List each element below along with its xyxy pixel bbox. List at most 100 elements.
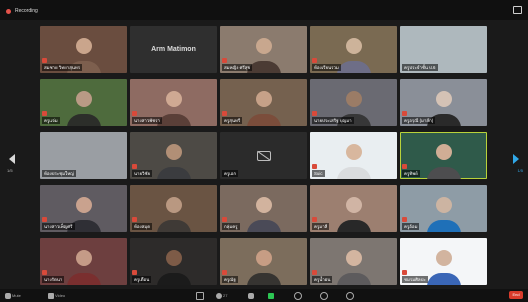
page-indicator-left: 1/5 <box>7 168 13 173</box>
participant-face <box>255 91 272 107</box>
participant-face <box>255 197 272 213</box>
recording-indicator: Recording <box>6 8 38 14</box>
more-button[interactable] <box>346 291 354 300</box>
mic-muted-icon <box>132 111 137 116</box>
record-button[interactable] <box>294 291 302 300</box>
participant-body <box>336 167 371 179</box>
participant-body <box>246 273 281 285</box>
recording-dot-icon <box>6 8 11 14</box>
participant-tile[interactable]: ครูเอก <box>220 132 307 179</box>
participant-tile[interactable]: นางสาวพัชรา <box>130 79 217 126</box>
participant-tile[interactable]: ครูอรุณี (มาส์ก) <box>400 79 487 126</box>
camera-icon <box>48 292 54 299</box>
participant-face <box>345 38 362 54</box>
participant-face <box>435 197 452 213</box>
participant-tile[interactable]: ครูอ้อม <box>400 185 487 232</box>
participant-face <box>165 144 182 160</box>
people-icon <box>216 292 222 299</box>
participant-name: ครูแจ่ม <box>42 117 60 124</box>
mic-muted-icon <box>42 270 47 275</box>
mic-muted-icon <box>312 270 317 275</box>
top-bar: Recording <box>0 0 528 20</box>
participant-face <box>255 250 272 266</box>
record-icon <box>294 291 302 300</box>
participant-name: ครูประจำชั้น ป.6 <box>402 64 438 71</box>
participant-tile[interactable]: Arm Matimon <box>130 26 217 73</box>
video-button[interactable]: Video <box>48 291 65 300</box>
mic-muted-icon <box>42 111 47 116</box>
participant-face <box>165 91 182 107</box>
participant-tile[interactable]: นายประเสริฐ บุญมา <box>310 79 397 126</box>
participant-tile[interactable]: นางสาวเพ็ญศรี <box>40 185 127 232</box>
participant-body <box>66 114 101 126</box>
participant-name: ครูมาลี <box>312 223 330 230</box>
participant-name: ครูอรุณี (มาส์ก) <box>402 117 436 124</box>
participant-body <box>156 273 191 285</box>
next-page-button[interactable] <box>511 151 521 167</box>
participant-body <box>426 167 461 179</box>
share-screen-button[interactable] <box>268 291 274 300</box>
participant-name: ครูทิพย์ <box>402 170 420 177</box>
smiley-icon <box>320 291 328 300</box>
mic-muted-icon <box>132 217 137 222</box>
fullscreen-icon[interactable] <box>513 6 522 14</box>
participant-tile[interactable]: ครูสุนทรี <box>220 79 307 126</box>
participant-face <box>75 38 92 54</box>
mic-muted-icon <box>132 270 137 275</box>
participant-tile[interactable]: ครูณัฐ <box>220 238 307 285</box>
participant-tile[interactable]: ครูแจ่ม <box>40 79 127 126</box>
end-meeting-button[interactable]: End <box>509 291 523 299</box>
participant-name: ห้องประชุมใหญ่ <box>42 170 76 177</box>
participant-tile[interactable]: นางรัตนา <box>40 238 127 285</box>
participant-name-center: Arm Matimon <box>151 46 196 53</box>
participant-tile[interactable]: ครูมาลี <box>310 185 397 232</box>
chevron-right-icon <box>513 154 519 164</box>
meeting-toolbar: Mute Video 27 End <box>0 289 528 302</box>
participant-tile[interactable]: ห้องเรียนรวม <box>310 26 397 73</box>
participant-tile[interactable]: ครูเดือน <box>130 238 217 285</box>
mic-muted-icon <box>42 58 47 63</box>
participant-face <box>75 250 92 266</box>
participant-face <box>345 144 362 160</box>
participant-name: กลุ่มครู <box>222 223 240 230</box>
participant-name: สมหญิง ศรีสุข <box>222 64 253 71</box>
participant-tile[interactable]: ครูประจำชั้น ป.6 <box>400 26 487 73</box>
microphone-icon <box>5 292 11 299</box>
participant-face <box>75 197 92 213</box>
participant-name: นายประเสริฐ บุญมา <box>312 117 354 124</box>
participant-name: ครูณัฐ <box>222 276 238 283</box>
chat-button[interactable] <box>248 291 254 300</box>
chevron-left-icon <box>9 154 15 164</box>
participant-tile[interactable]: ห้องประชุมใหญ่ <box>40 132 127 179</box>
mic-muted-icon <box>402 270 407 275</box>
mic-muted-icon <box>42 217 47 222</box>
security-button[interactable] <box>196 291 204 300</box>
participant-tile[interactable]: กลุ่มครู <box>220 185 307 232</box>
participant-tile[interactable]: สมชาย วิทยาสุนทร <box>40 26 127 73</box>
participant-face <box>435 91 452 107</box>
more-dots-icon <box>346 291 354 300</box>
participant-name: นางรัตนา <box>42 276 65 283</box>
participant-face <box>435 144 452 160</box>
mic-muted-icon <box>402 217 407 222</box>
participant-body <box>336 220 371 232</box>
participant-body <box>246 220 281 232</box>
mic-muted-icon <box>222 111 227 116</box>
participants-button[interactable]: 27 <box>216 291 227 300</box>
participant-face <box>345 250 362 266</box>
participant-body <box>336 61 371 73</box>
participant-tile[interactable]: Suic <box>310 132 397 179</box>
participant-name: ครูเดือน <box>132 276 152 283</box>
reactions-button[interactable] <box>320 291 328 300</box>
participant-face <box>255 38 272 54</box>
participant-tile[interactable]: ครูทิพย์ <box>400 132 487 179</box>
participant-name: นางสาวพัชรา <box>132 117 162 124</box>
participant-tile[interactable]: ครูน้ำฝน <box>310 238 397 285</box>
participant-tile[interactable]: ชมรมศิลปะ <box>400 238 487 285</box>
prev-page-button[interactable] <box>7 151 17 167</box>
participant-tile[interactable]: นายวิชัย <box>130 132 217 179</box>
participant-tile[interactable]: ห้องสมุด <box>130 185 217 232</box>
mute-button[interactable]: Mute <box>5 291 21 300</box>
shield-icon <box>196 291 204 300</box>
participant-tile[interactable]: สมหญิง ศรีสุข <box>220 26 307 73</box>
